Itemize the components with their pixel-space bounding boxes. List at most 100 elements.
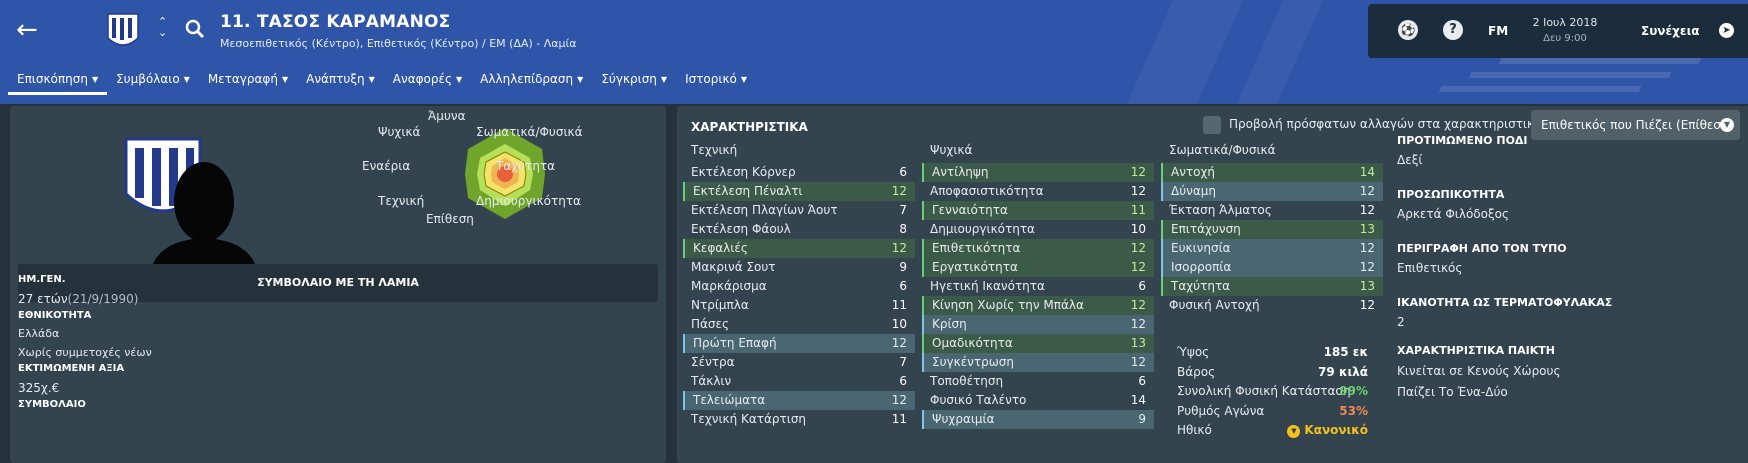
attribute-value: 9 [1138,412,1146,426]
physical-attribute-row[interactable]: Φυσική Αντοχή 12 [1161,296,1383,315]
media-description-value: Επιθετικός [1397,261,1463,275]
back-arrow-icon[interactable]: ← [16,16,44,44]
tab-label: Σύγκριση [601,72,657,86]
attribute-value: 8 [899,222,907,236]
chevron-down-icon: ▼ [368,75,375,84]
physical-attribute-row[interactable]: Ισορροπία 12 [1161,258,1383,277]
attribute-value: 6 [1138,374,1146,388]
role-select[interactable]: Επιθετικός που Πιέζει (Επίθεση) ▼ [1531,110,1740,140]
recent-changes-checkbox[interactable] [1203,116,1221,134]
game-date: 2 Ιουλ 2018 [1532,16,1598,29]
technical-attribute-row[interactable]: Τελειώματα 12 [683,391,915,410]
attribute-value: 12 [1130,165,1146,179]
tab-contract[interactable]: Συμβόλαιο ▼ [107,70,199,94]
continue-arrow-icon[interactable]: ➤ [1719,23,1734,38]
mental-attribute-row[interactable]: Εργατικότητα 12 [922,258,1154,277]
mental-attribute-row[interactable]: Κρίση 12 [922,315,1154,334]
attribute-name: Δημιουργικότητα [930,222,1035,236]
technical-attribute-row[interactable]: Εκτέλεση Πέναλτι 12 [683,182,915,201]
role-select-value: Επιθετικός που Πιέζει (Επίθεση) [1541,118,1734,132]
radar-label-speed: Ταχύτητα [496,159,556,173]
mental-attribute-row[interactable]: Γενναιότητα 11 [922,201,1154,220]
technical-attribute-row[interactable]: Εκτέλεση Κόρνερ 6 [683,163,915,182]
physical-attribute-row[interactable]: Δύναμη 12 [1161,182,1383,201]
tab-label: Ανάπτυξη [306,72,365,86]
attribute-value: 11 [891,298,907,312]
technical-attribute-row[interactable]: Κεφαλιές 12 [683,239,915,258]
goalkeeping-label: ΙΚΑΝΟΤΗΤΑ ΩΣ ΤΕΡΜΑΤΟΦΥΛΑΚΑΣ [1397,296,1613,309]
media-description-label: ΠΕΡΙΓΡΑΦΗ ΑΠΟ ΤΟΝ ΤΥΠΟ [1397,242,1567,255]
attribute-value: 12 [1130,355,1146,369]
stat-value-text: 99% [1339,384,1368,398]
mental-attribute-row[interactable]: Ομαδικότητα 13 [922,334,1154,353]
technical-attribute-row[interactable]: Εκτέλεση Πλαγίων Άουτ 7 [683,201,915,220]
tab-label: Ιστορικό [685,72,737,86]
tab-transfer[interactable]: Μεταγραφή ▼ [199,70,297,94]
preferred-foot-label: ΠΡΟΤΙΜΩΜΕΝΟ ΠΟΔΙ [1397,134,1528,147]
search-icon[interactable] [184,18,206,40]
attribute-value: 10 [1130,222,1146,236]
attribute-name: Ισορροπία [1171,260,1232,274]
mental-attribute-row[interactable]: Φυσικό Ταλέντο 14 [922,391,1154,410]
technical-attribute-row[interactable]: Πρώτη Επαφή 12 [683,334,915,353]
mental-attribute-row[interactable]: Ηγετική Ικανότητα 6 [922,277,1154,296]
header-decoration [1236,0,1324,104]
technical-attribute-row[interactable]: Εκτέλεση Φάουλ 8 [683,220,915,239]
mental-attribute-row[interactable]: Δημιουργικότητα 10 [922,220,1154,239]
help-icon[interactable]: ? [1443,20,1463,40]
mental-attribute-row[interactable]: Επιθετικότητα 12 [922,239,1154,258]
attribute-name: Εκτέλεση Κόρνερ [691,165,796,179]
continue-button[interactable]: Συνέχεια [1641,24,1700,38]
recent-changes-label[interactable]: Προβολή πρόσφατων αλλαγών στα χαρακτηρισ… [1229,117,1542,131]
attribute-name: Ντρίμπλα [691,298,749,312]
technical-attribute-row[interactable]: Τεχνική Κατάρτιση 11 [683,410,915,429]
technical-attribute-row[interactable]: Ντρίμπλα 11 [683,296,915,315]
stat-value-text: 79 κιλά [1318,364,1368,379]
attribute-value: 7 [899,203,907,217]
physical-attribute-row[interactable]: Ταχύτητα 13 [1161,277,1383,296]
tab-history[interactable]: Ιστορικό ▼ [676,70,756,94]
attribute-name: Γενναιότητα [932,203,1008,217]
physical-stat-row: Ρυθμός Αγώνα 53% [1169,402,1376,422]
physical-attribute-row[interactable]: Επιτάχυνση 13 [1161,220,1383,239]
mental-attribute-row[interactable]: Αποφασιστικότητα 12 [922,182,1154,201]
tab-reports[interactable]: Αναφορές ▼ [384,70,471,94]
attribute-value: 12 [1359,298,1375,312]
attribute-value: 11 [1130,203,1146,217]
fm-menu-button[interactable]: FM [1488,24,1508,38]
stat-name: Ύψος [1177,345,1210,359]
nationality-value[interactable]: Ελλάδα [18,327,59,340]
physical-attribute-row[interactable]: Αντοχή 14 [1161,163,1383,182]
tab-interaction[interactable]: Αλληλεπίδραση ▼ [471,70,592,94]
attribute-name: Τάκλιν [691,374,732,388]
technical-attribute-row[interactable]: Μακρινά Σουτ 9 [683,258,915,277]
chevron-down-icon: ▼ [660,75,668,84]
attribute-name: Σέντρα [691,355,735,369]
mental-attribute-row[interactable]: Τοποθέτηση 6 [922,372,1154,391]
mental-attribute-row[interactable]: Αντίληψη 12 [922,163,1154,182]
mental-attribute-row[interactable]: Κίνηση Χωρίς την Μπάλα 12 [922,296,1154,315]
radar-label-attack: Επίθεση [426,212,474,226]
technical-attribute-row[interactable]: Μαρκάρισμα 6 [683,277,915,296]
tab-overview[interactable]: Επισκόπηση ▼ [8,70,108,95]
player-switch-icon[interactable]: ⌃ ⌄ [158,16,167,38]
club-crest-icon[interactable] [106,12,140,52]
attribute-name: Δύναμη [1171,184,1217,198]
technical-attribute-row[interactable]: Τάκλιν 6 [683,372,915,391]
mental-attribute-row[interactable]: Συγκέντρωση 12 [922,353,1154,372]
preferred-foot-value: Δεξί [1397,153,1423,167]
radar-label-mental: Ψυχικά [378,125,421,139]
mental-attribute-row[interactable]: Ψυχραιμία 9 [922,410,1154,429]
football-icon[interactable]: ⚽ [1398,20,1418,40]
goalkeeping-value: 2 [1397,315,1405,329]
technical-attribute-row[interactable]: Σέντρα 7 [683,353,915,372]
tab-compare[interactable]: Σύγκριση ▼ [592,70,676,94]
stat-value: 53% [1339,402,1368,422]
technical-attribute-row[interactable]: Πάσες 10 [683,315,915,334]
player-trait: Παίζει Το Ένα-Δύο [1397,385,1508,399]
age-value: 27 ετών(21/9/1990) [18,292,138,306]
tab-development[interactable]: Ανάπτυξη ▼ [297,70,384,94]
physical-attribute-row[interactable]: Έκταση Άλματος 12 [1161,201,1383,220]
value-amount: 325χ.€ [18,381,60,395]
physical-attribute-row[interactable]: Ευκινησία 12 [1161,239,1383,258]
